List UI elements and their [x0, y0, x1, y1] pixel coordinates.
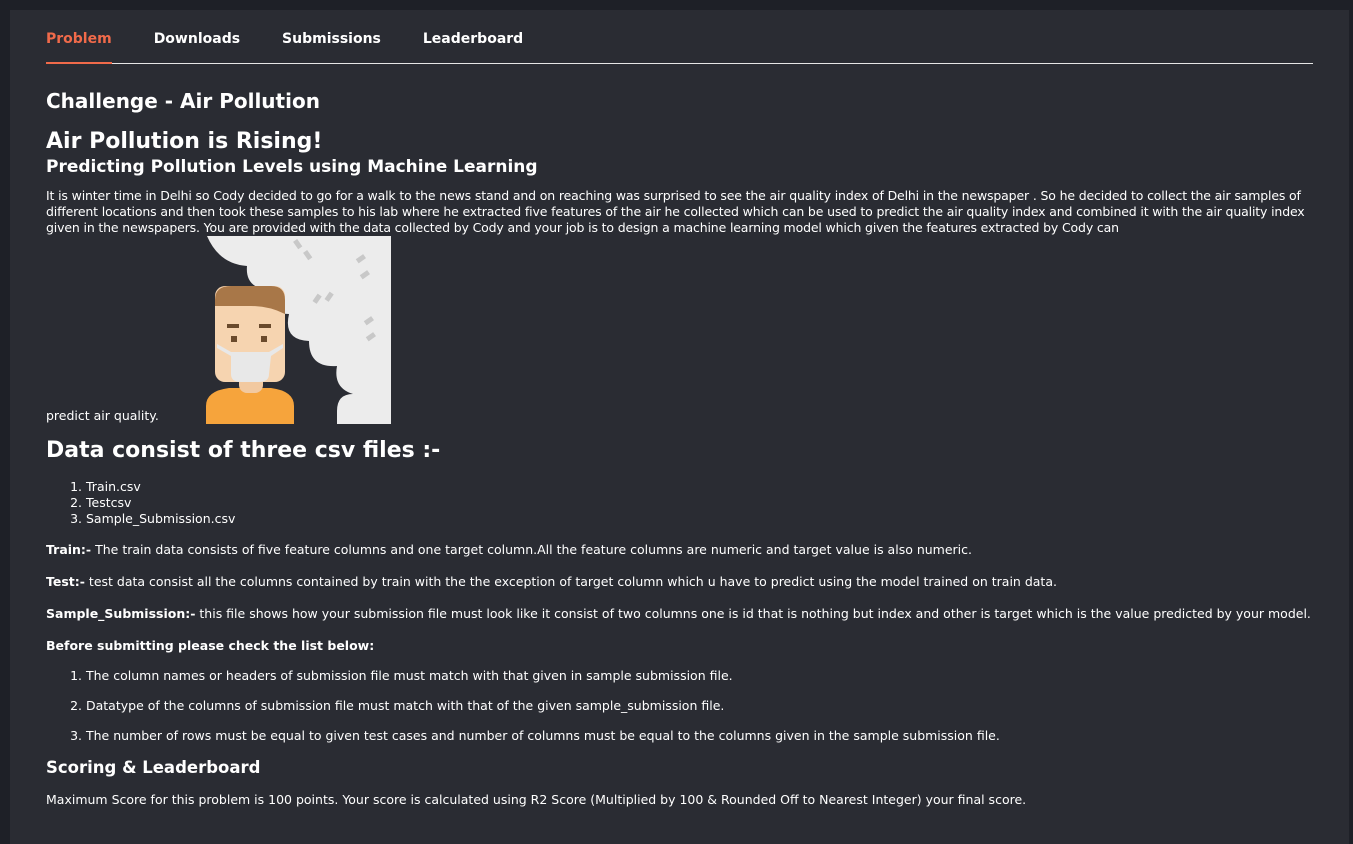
file-item: Testcsv	[86, 495, 1313, 511]
tab-problem[interactable]: Problem	[46, 10, 112, 64]
challenge-title: Challenge - Air Pollution	[46, 89, 320, 113]
sample-label: Sample_Submission:-	[46, 606, 196, 621]
file-item: Train.csv	[86, 479, 1313, 495]
tab-submissions[interactable]: Submissions	[282, 10, 381, 63]
checklist-title: Before submitting please check the list …	[46, 638, 375, 653]
checklist-item: The column names or headers of submissio…	[86, 668, 1313, 684]
scoring-heading: Scoring & Leaderboard	[46, 758, 261, 777]
train-text: The train data consists of five feature …	[91, 542, 972, 557]
illustration-row: predict air quality.	[46, 236, 1313, 424]
test-label: Test:-	[46, 574, 85, 589]
sample-paragraph: Sample_Submission:- this file shows how …	[46, 606, 1313, 622]
train-label: Train:-	[46, 542, 92, 557]
page-heading: Air Pollution is Rising!	[46, 129, 323, 154]
problem-description: It is winter time in Delhi so Cody decid…	[46, 188, 1305, 235]
checklist: The column names or headers of submissio…	[46, 668, 1313, 744]
masked-person-smog-illustration	[205, 236, 391, 424]
checklist-item: The number of rows must be equal to give…	[86, 728, 1313, 744]
description-tail: predict air quality.	[46, 408, 159, 423]
scoring-text: Maximum Score for this problem is 100 po…	[46, 792, 1027, 807]
data-heading: Data consist of three csv files :-	[46, 438, 441, 463]
page-subheading: Predicting Pollution Levels using Machin…	[46, 157, 538, 177]
sample-text: this file shows how your submission file…	[195, 606, 1311, 621]
file-item: Sample_Submission.csv	[86, 511, 1313, 527]
test-paragraph: Test:- test data consist all the columns…	[46, 574, 1313, 590]
checklist-item: Datatype of the columns of submission fi…	[86, 698, 1313, 714]
tab-bar: Problem Downloads Submissions Leaderboar…	[46, 10, 1313, 64]
tab-downloads[interactable]: Downloads	[154, 10, 240, 63]
test-text: test data consist all the columns contai…	[84, 574, 1057, 589]
tab-leaderboard[interactable]: Leaderboard	[423, 10, 523, 63]
problem-panel: Problem Downloads Submissions Leaderboar…	[10, 10, 1349, 844]
train-paragraph: Train:- The train data consists of five …	[46, 542, 1313, 558]
files-list: Train.csv Testcsv Sample_Submission.csv	[46, 479, 1313, 527]
